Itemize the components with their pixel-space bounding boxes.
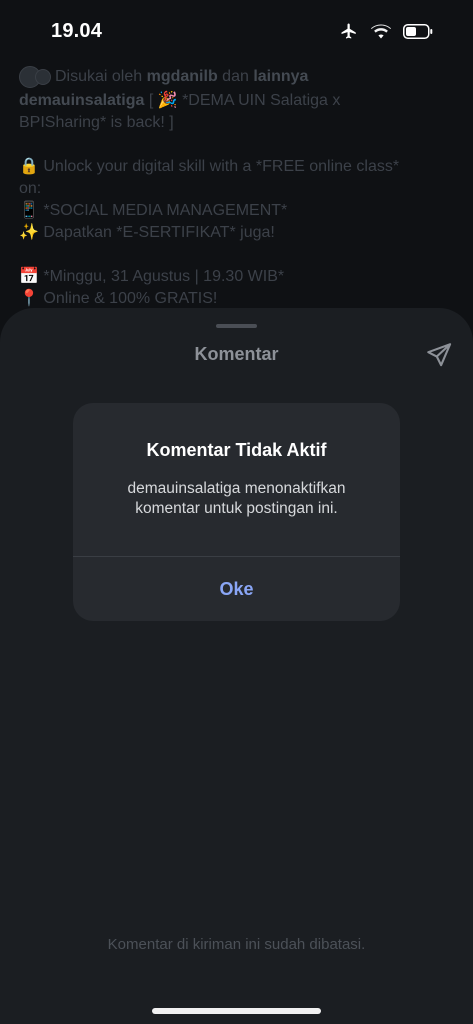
likes-line: Disukai oleh mgdanilb dan lainnya: [19, 64, 459, 90]
caption-line: 📱 *SOCIAL MEDIA MANAGEMENT*: [19, 202, 288, 219]
likes-prefix: Disukai oleh: [55, 68, 147, 85]
battery-icon: [403, 23, 433, 39]
avatar: [35, 69, 51, 85]
wifi-icon: [371, 23, 391, 38]
send-icon: [427, 343, 452, 367]
likes-others-link[interactable]: lainnya: [253, 68, 308, 85]
likes-user-link[interactable]: mgdanilb: [147, 68, 218, 85]
caption-line: [19, 244, 459, 266]
caption-line: 📅 *Minggu, 31 Agustus | 19.30 WIB*: [19, 268, 285, 285]
sheet-title: Komentar: [194, 344, 279, 364]
post-caption: Disukai oleh mgdanilb dan lainnya demaui…: [19, 64, 459, 310]
caption-text: [ 🎉 *DEMA UIN Salatiga x: [144, 92, 341, 109]
sheet-grabber-handle[interactable]: [216, 324, 257, 328]
caption-line: BPISharing* is back! ]: [19, 114, 174, 131]
caption-line: 🔒 Unlock your digital skill with a *FREE…: [19, 158, 400, 175]
comments-restricted-text: Komentar di kiriman ini sudah dibatasi.: [107, 936, 366, 953]
alert-message: demauinsalatiga menonaktifkan komentar u…: [127, 480, 346, 517]
status-bar: 19.04: [0, 0, 473, 64]
share-button[interactable]: [422, 338, 456, 372]
caption-line: 📍 Online & 100% GRATIS!: [19, 290, 218, 307]
status-icons: [339, 22, 433, 40]
caption-line: ✨ Dapatkan *E-SERTIFIKAT* juga!: [19, 224, 275, 241]
home-indicator[interactable]: [152, 1008, 321, 1014]
caption-username-link[interactable]: demauinsalatiga: [19, 92, 144, 109]
alert-title: Komentar Tidak Aktif: [146, 440, 327, 460]
caption-line: on:: [19, 180, 42, 197]
ok-button[interactable]: Oke: [73, 557, 400, 621]
status-time: 19.04: [51, 20, 103, 42]
likes-middle: dan: [217, 68, 254, 85]
comments-disabled-alert: Komentar Tidak Aktif demauinsalatiga men…: [73, 403, 400, 621]
caption-first-line: demauinsalatiga [ 🎉 *DEMA UIN Salatiga x: [19, 90, 459, 112]
liker-avatars: [19, 66, 51, 88]
caption-line: [19, 134, 459, 156]
airplane-icon: [341, 23, 356, 39]
